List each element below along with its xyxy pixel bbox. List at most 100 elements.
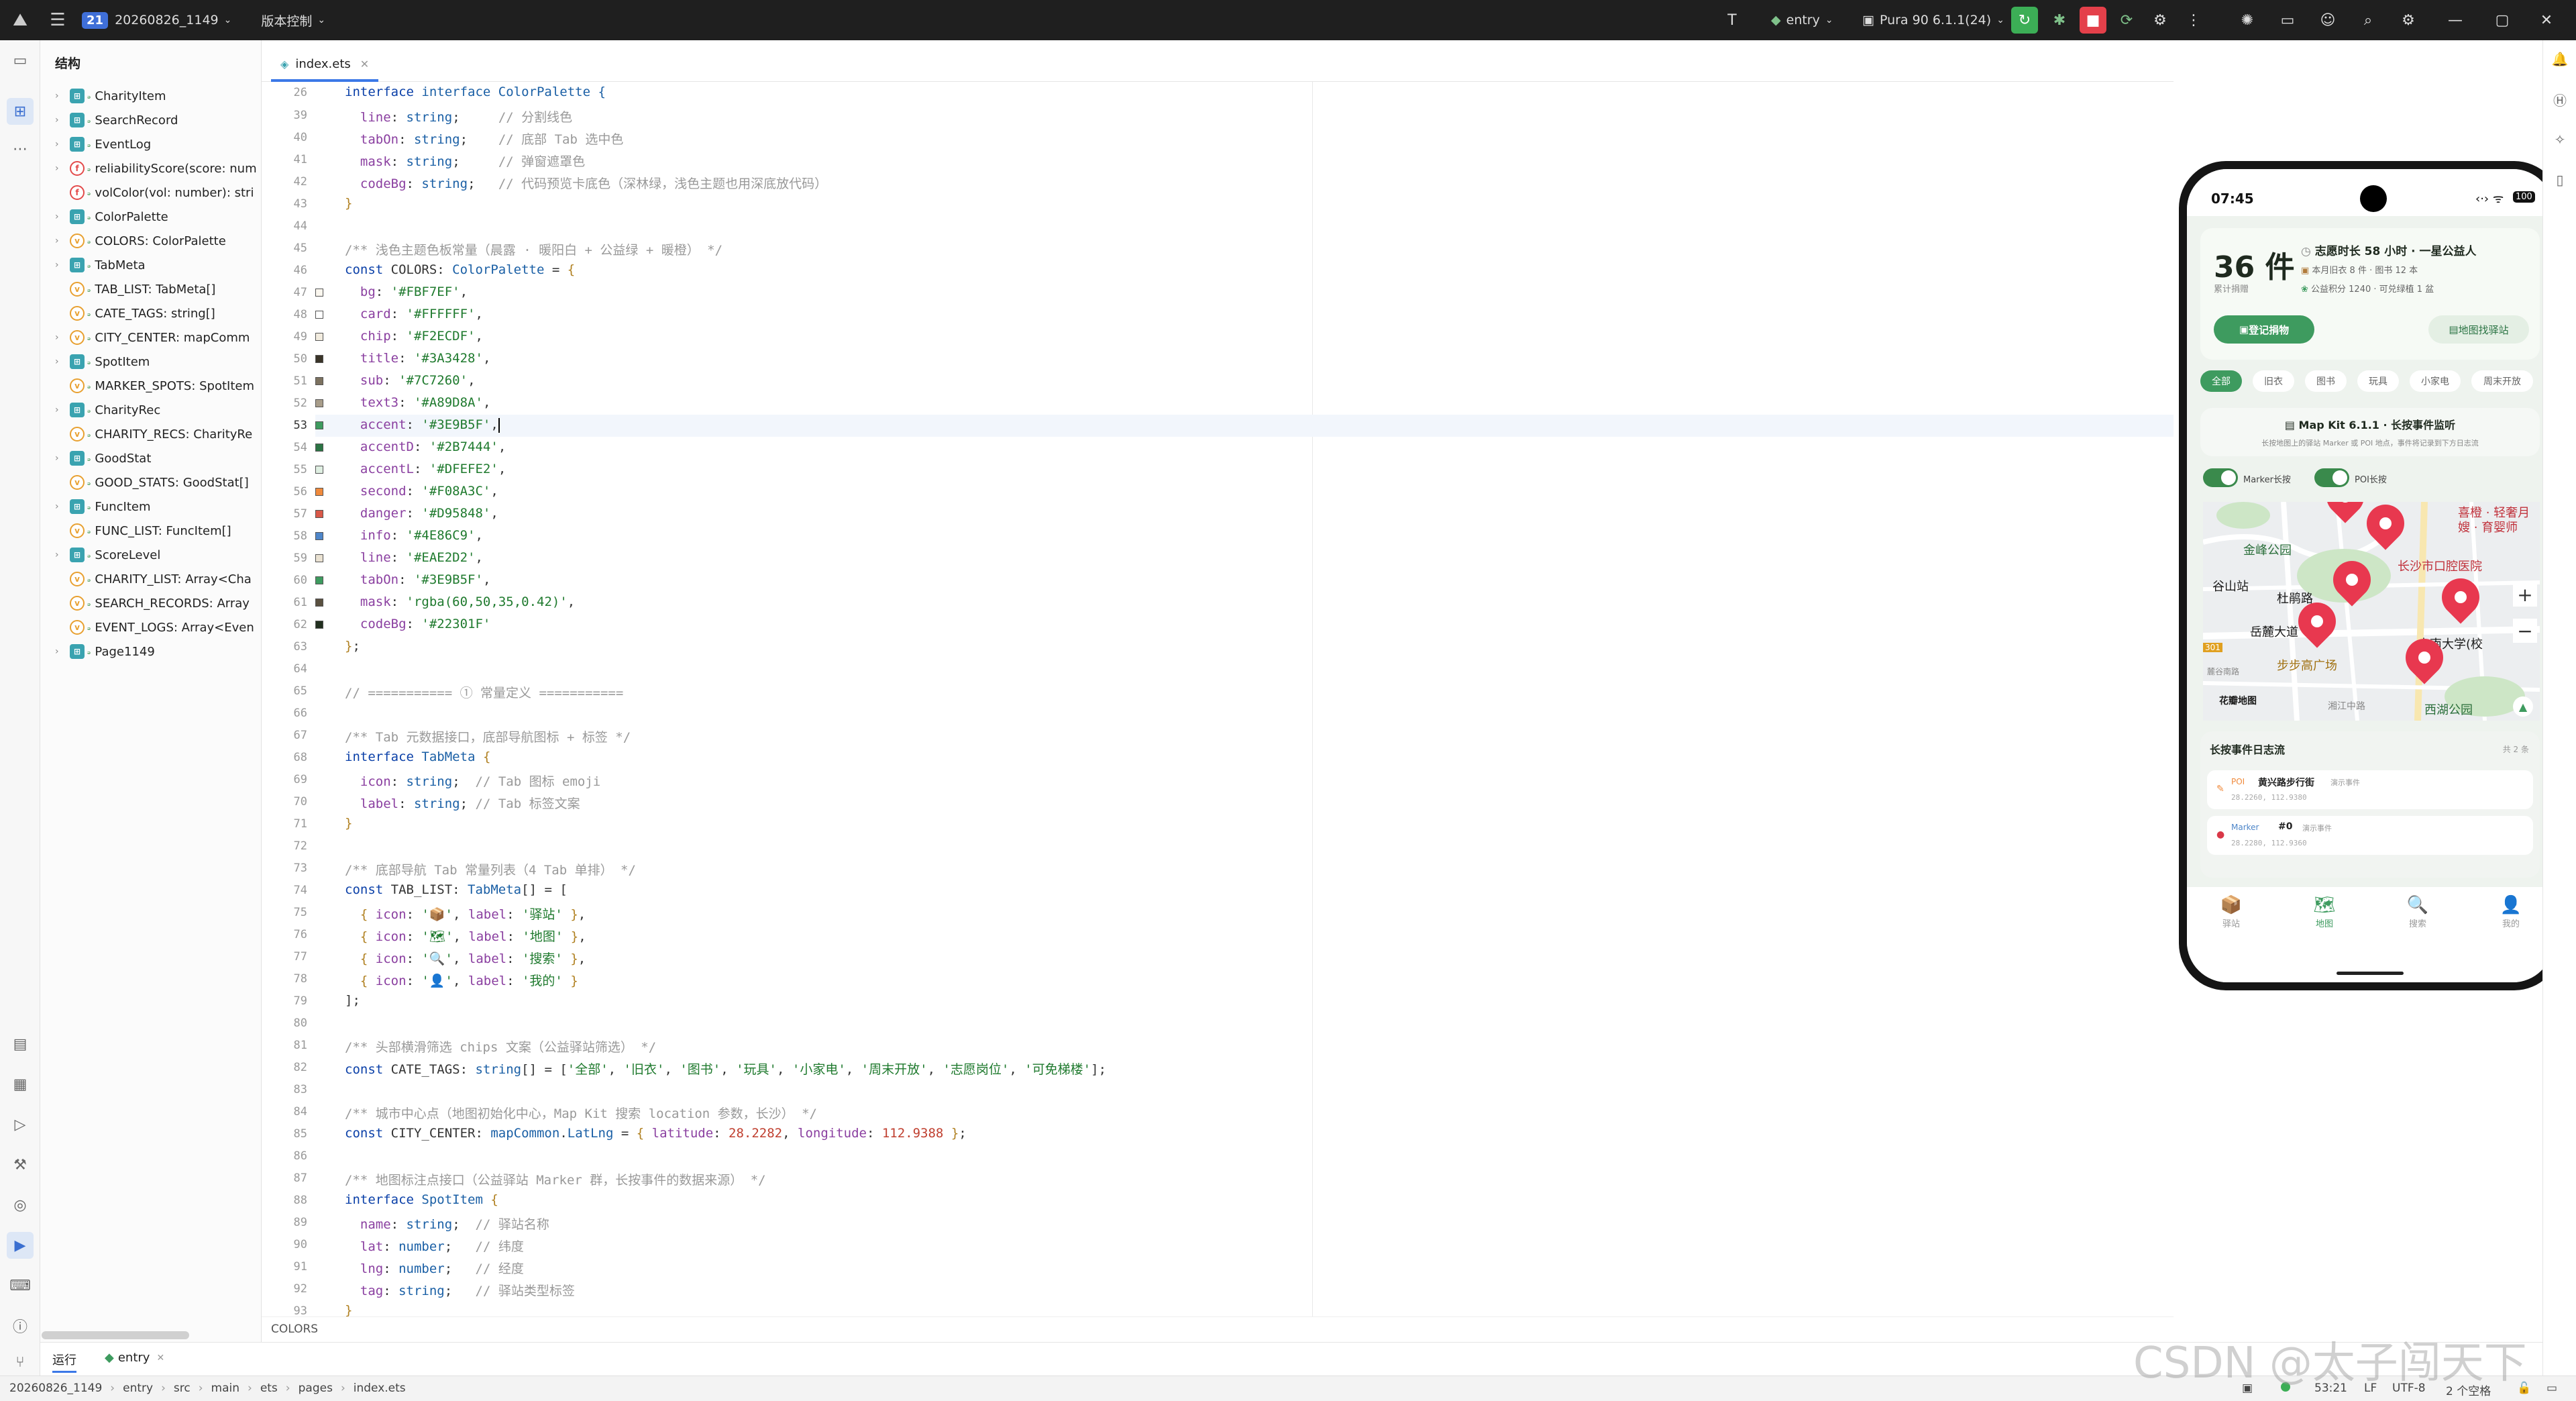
color-swatch[interactable] [315,510,323,518]
ai-assist-icon[interactable]: ✧ [2549,129,2571,150]
services-icon[interactable]: ◎ [7,1192,34,1218]
chevron-right-icon[interactable]: › [55,453,70,464]
memory-icon[interactable]: ▭ [2546,1382,2557,1395]
structure-item[interactable]: › ⊞ ₔ CharityItem [40,85,261,107]
settings-icon[interactable]: ✺ [2234,7,2261,34]
harmony-icon[interactable]: Ⓗ [2549,89,2571,110]
chevron-right-icon[interactable]: › [55,236,70,246]
chip-all[interactable]: 全部 [2200,370,2242,392]
bookmarks-icon[interactable]: ▤ [7,1031,34,1057]
debug-icon[interactable]: ✱ [2046,7,2073,34]
chip-toys[interactable]: 玩具 [2357,370,2399,392]
breadcrumb-item[interactable]: 20260826_1149 [9,1382,102,1395]
close-icon[interactable]: ✕ [2533,7,2560,34]
color-swatch[interactable] [315,333,323,341]
structure-item[interactable]: › v ₔ CITY_CENTER: mapComm [40,326,261,349]
color-swatch[interactable] [315,621,323,629]
project-selector[interactable]: 21 20260826_1149 ⌄ [82,11,231,29]
chevron-right-icon[interactable]: › [55,332,70,343]
color-swatch[interactable] [315,532,323,540]
tab-run[interactable]: 运行 [52,1351,76,1373]
structure-item[interactable]: › ⊞ ₔ TabMeta [40,254,261,276]
chip-weekend[interactable]: 周末开放 [2471,370,2533,392]
user-icon[interactable]: ☺ [2314,7,2341,34]
structure-item[interactable]: › ⊞ ₔ SpotItem [40,350,261,373]
close-icon[interactable]: ✕ [360,58,369,70]
structure-item[interactable]: › f ₔ reliabilityScore(score: num [40,157,261,180]
structure-item[interactable]: › ⊞ ₔ Page1149 [40,640,261,663]
structure-item[interactable]: › v ₔ COLORS: ColorPalette [40,229,261,252]
color-swatch[interactable] [315,488,323,496]
structure-item[interactable]: › ⊞ ₔ ScoreLevel [40,543,261,566]
structure-item[interactable]: v ₔ CHARITY_RECS: CharityRe [40,423,261,446]
layers-icon[interactable]: ▦ [7,1071,34,1098]
module-selector[interactable]: ◆ entry ⌄ [1771,0,1833,40]
color-swatch[interactable] [315,576,323,584]
code-editor[interactable]: 26 interface interface ColorPalette { 39… [262,82,2174,1316]
breadcrumb-item[interactable]: index.ets [354,1382,406,1395]
color-swatch[interactable] [315,466,323,474]
structure-item[interactable]: f ₔ volColor(vol: number): stri [40,181,261,204]
main-menu-icon[interactable]: ☰ [44,7,71,34]
chip-books[interactable]: 图书 [2305,370,2347,392]
close-icon[interactable]: ✕ [156,1353,164,1363]
device-selector[interactable]: ▣ Pura 90 6.1.1(24) ⌄ [1862,0,2004,40]
minimize-icon[interactable]: — [2442,7,2469,34]
structure-item[interactable]: v ₔ CATE_TAGS: string[] [40,302,261,325]
structure-item[interactable]: v ₔ EVENT_LOGS: Array<Even [40,616,261,639]
breadcrumb-item[interactable]: entry [123,1382,153,1395]
device-manager-icon[interactable]: ▯ [2549,169,2571,191]
project-folder-icon[interactable]: ▭ [7,47,34,74]
color-swatch[interactable] [315,399,323,407]
chevron-right-icon[interactable]: › [55,139,70,150]
chevron-right-icon[interactable]: › [55,501,70,512]
notifications-icon[interactable]: 🔔 [2549,48,2571,70]
more-icon[interactable]: ⋮ [2180,7,2207,34]
more-tools-icon[interactable]: ⋯ [7,136,34,162]
structure-item[interactable]: v ₔ CHARITY_LIST: Array<Cha [40,568,261,590]
git-icon[interactable]: ⑂ [7,1349,34,1376]
find-station-button[interactable]: ▤ 地图找驿站 [2428,315,2529,344]
structure-item[interactable]: › ⊞ ₔ CharityRec [40,399,261,421]
color-swatch[interactable] [315,355,323,363]
color-swatch[interactable] [315,599,323,607]
color-swatch[interactable] [315,554,323,562]
structure-item[interactable]: v ₔ TAB_LIST: TabMeta[] [40,278,261,301]
breadcrumb-symbol[interactable]: COLORS [271,1322,318,1336]
structure-item[interactable]: › ⊞ ₔ ColorPalette [40,205,261,228]
chevron-right-icon[interactable]: › [55,260,70,270]
tab-index-ets[interactable]: ◈ index.ets ✕ [271,48,379,82]
problems-icon[interactable]: ⓘ [7,1312,34,1339]
chevron-right-icon[interactable]: › [55,211,70,222]
breadcrumb-item[interactable]: pages [299,1382,333,1395]
zoom-in-button[interactable]: + [2513,582,2537,607]
structure-item[interactable]: v ₔ SEARCH_RECORDS: Array [40,592,261,615]
breadcrumb-item[interactable]: ets [260,1382,278,1395]
color-swatch[interactable] [315,421,323,429]
run-tool-icon[interactable]: ▶ [7,1232,34,1259]
gear-icon[interactable]: ⚙ [2395,7,2422,34]
build-icon[interactable]: ⚒ [7,1151,34,1178]
search-icon[interactable]: ⌕ [2355,7,2381,34]
structure-item[interactable]: v ₔ GOOD_STATS: GoodStat[] [40,471,261,494]
chevron-right-icon[interactable]: › [55,646,70,657]
structure-item[interactable]: v ₔ FUNC_LIST: FuncItem[] [40,519,261,542]
map-view[interactable]: 金峰公园 谷山站 杜鹃路 岳麓大道 步步高广场 长沙市口腔医院 喜橙 · 轻奢月… [2203,502,2540,721]
reload-icon[interactable]: ⟳ [2113,7,2140,34]
breadcrumb-item[interactable]: src [174,1382,191,1395]
nav-item[interactable]: 👤 我的 [2484,895,2538,929]
run-button[interactable]: ↻ [2011,7,2038,34]
poi-longpress-toggle[interactable] [2314,468,2349,487]
nav-item[interactable]: 📦 驿站 [2204,895,2258,929]
structure-item[interactable]: › ⊞ ₔ SearchRecord [40,109,261,132]
vcs-menu[interactable]: 版本控制 ⌄ [261,11,325,30]
chip-appliances[interactable]: 小家电 [2410,370,2461,392]
marker-longpress-toggle[interactable] [2203,468,2238,487]
color-swatch[interactable] [315,311,323,319]
log-item[interactable]: ● Marker #0 演示事件 28.2280, 112.9360 [2207,816,2533,855]
chevron-right-icon[interactable]: › [55,91,70,101]
nav-item[interactable]: 🗺 地图 [2298,895,2351,929]
log-item[interactable]: ✎ POI 黄兴路步行街 演示事件 28.2260, 112.9380 [2207,770,2533,809]
chevron-right-icon[interactable]: › [55,163,70,174]
chevron-right-icon[interactable]: › [55,550,70,560]
